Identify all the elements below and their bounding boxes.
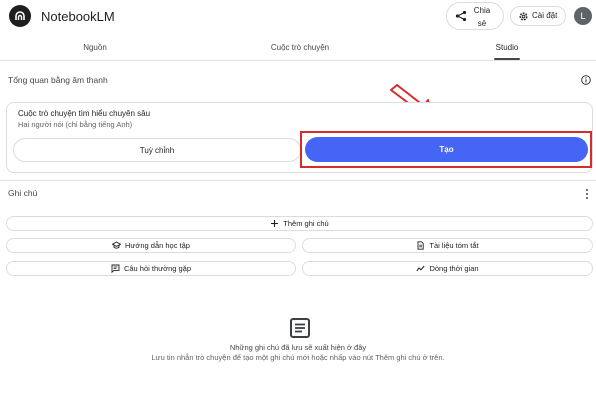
avatar[interactable]: L [574,7,592,25]
briefing-doc-button[interactable]: Tài liệu tóm tắt [302,238,593,253]
app-title: NotebookLM [41,9,115,24]
settings-label: Cài đặt [532,11,558,20]
school-icon [112,241,121,249]
study-guide-label: Hướng dẫn học tập [125,241,190,250]
empty-notes-subtitle: Lưu tin nhắn trò chuyện để tạo một ghi c… [151,353,445,362]
share-label: Chia sẻ [473,6,491,28]
notes-icon [290,318,310,338]
faq-button[interactable]: Câu hỏi thường gặp [6,261,296,276]
tab-chat[interactable]: Cuộc trò chuyện [250,34,350,61]
tab-bar: Nguồn Cuộc trò chuyện Studio [0,34,596,61]
tab-studio[interactable]: Studio [480,34,534,61]
add-note-label: Thêm ghi chú [283,219,329,228]
timeline-label: Dòng thời gian [429,264,479,273]
section-divider [0,180,596,181]
add-note-button[interactable]: Thêm ghi chú [6,216,593,231]
tab-active-indicator [494,58,520,60]
study-guide-button[interactable]: Hướng dẫn học tập [6,238,296,253]
annotation-highlight-box [300,131,592,168]
share-button[interactable]: Chia sẻ [446,2,504,30]
settings-button[interactable]: Cài đặt [510,6,566,26]
more-vert-icon[interactable] [585,188,589,200]
customize-button[interactable]: Tuỳ chỉnh [13,138,301,162]
deep-dive-subtitle: Hai người nói (chỉ bằng tiếng Anh) [18,120,133,129]
timeline-button[interactable]: Dòng thời gian [302,261,593,276]
notes-title: Ghi chú [8,188,38,198]
tab-sources[interactable]: Nguồn [60,34,130,61]
info-icon[interactable] [581,75,591,85]
app-header: NotebookLM Chia sẻ Cài đặt L [0,0,596,34]
briefing-doc-label: Tài liệu tóm tắt [429,241,479,250]
empty-notes-title: Những ghi chú đã lưu sẽ xuất hiện ở đây [229,343,367,352]
document-icon [417,241,425,250]
faq-icon [111,264,120,273]
deep-dive-title: Cuộc trò chuyện tìm hiểu chuyên sâu [18,109,151,118]
share-icon [455,10,467,22]
plus-icon [271,220,279,227]
faq-label: Câu hỏi thường gặp [123,264,192,273]
timeline-icon [416,265,426,272]
notebooklm-logo-icon[interactable] [9,5,31,27]
audio-overview-title: Tổng quan bằng âm thanh [8,75,108,85]
gear-icon [519,12,528,21]
